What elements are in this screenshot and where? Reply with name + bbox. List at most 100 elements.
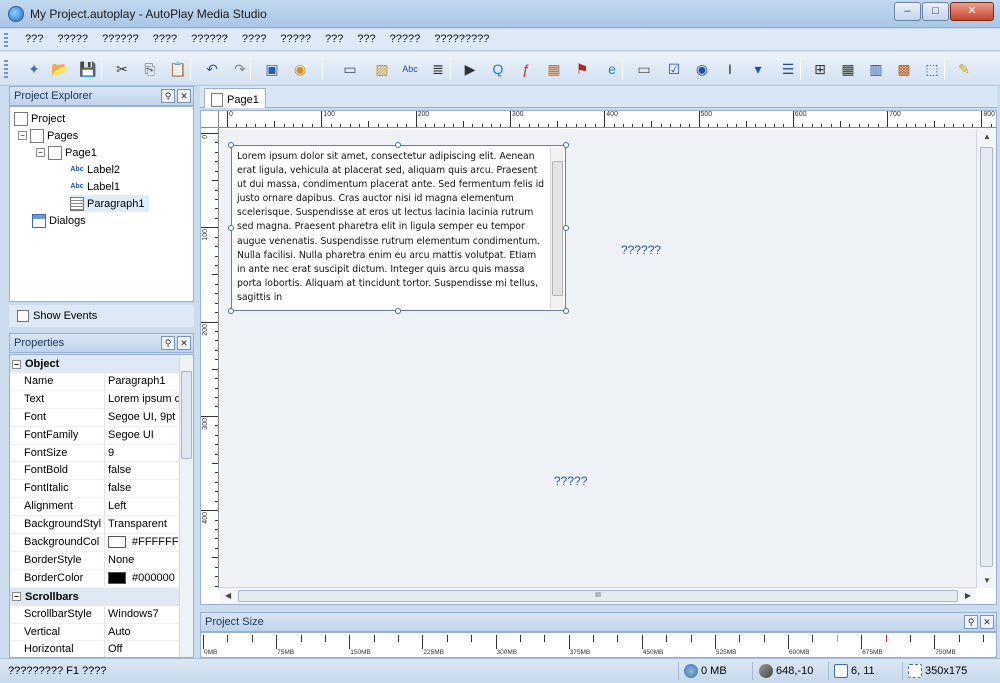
property-row[interactable]: BorderColor #000000 [10,569,193,588]
selection-icon[interactable]: ⬚ [920,57,944,81]
close-button[interactable]: ✕ [950,2,994,21]
color-swatch[interactable] [108,572,126,585]
property-row[interactable]: FontFamily Segoe UI [10,426,193,445]
tree-item-label2[interactable]: Abc Label2 [70,161,120,178]
collapse-icon[interactable]: − [12,359,21,369]
wand-icon[interactable]: ✦ [22,57,46,81]
video-object-icon[interactable]: ▶ [458,57,482,81]
slideshow-object-icon[interactable]: ▦ [542,57,566,81]
menu-item[interactable]: ??? [318,33,350,45]
property-value[interactable]: false [105,480,181,497]
open-folder-icon[interactable]: 📂 [48,57,72,81]
property-value[interactable]: Windows7 [105,606,181,623]
build-cd-icon[interactable]: ◉ [288,57,312,81]
show-events-checkbox[interactable] [17,310,29,322]
property-value[interactable]: 9 [105,445,181,462]
cut-icon[interactable]: ✂ [110,57,134,81]
property-row[interactable]: FontSize 9 [10,444,193,463]
preview-icon[interactable]: ▣ [260,57,284,81]
redo-icon[interactable]: ↷ [228,57,252,81]
property-row[interactable]: FontItalic false [10,480,193,499]
property-value[interactable]: Off [105,641,181,657]
property-row[interactable]: Horizontal Off [10,641,193,657]
tree-object-icon[interactable]: ⊞ [808,57,832,81]
resize-handle[interactable] [228,225,234,231]
tree-item-label1[interactable]: Abc Label1 [70,178,120,195]
menu-item[interactable]: ????? [273,33,318,45]
input-object-icon[interactable]: ▭ [632,57,656,81]
menu-item[interactable]: ??? [350,33,382,45]
menu-item[interactable]: ????????? [427,33,496,45]
scroll-down-icon[interactable]: ▼ [983,576,991,585]
property-category[interactable]: − Scrollbars [10,587,193,606]
scrollbar-thumb[interactable] [181,371,192,459]
collapse-icon[interactable]: − [12,592,21,602]
property-value[interactable]: Left [105,498,181,515]
paragraph-object-icon[interactable]: ≣ [426,57,450,81]
collapse-icon[interactable]: − [36,148,45,157]
page-canvas[interactable]: Lorem ipsum dolor sit amet, consectetur … [220,129,976,588]
toolbar-grip-icon[interactable] [4,60,8,78]
resize-handle[interactable] [228,308,234,314]
menu-item[interactable]: ????? [383,33,428,45]
label1-object[interactable]: ?????? [621,243,661,257]
tree-item-pages[interactable]: − Pages [18,127,78,144]
paragraph-object[interactable]: Lorem ipsum dolor sit amet, consectetur … [231,145,566,311]
save-icon[interactable]: 💾 [76,57,100,81]
flash-object-icon[interactable]: ƒ [514,57,538,81]
property-value[interactable]: false [105,462,181,479]
scroll-right-icon[interactable]: ▶ [965,591,971,600]
tab-page1[interactable]: Page1 [204,88,266,108]
close-icon[interactable]: ✕ [177,89,191,103]
pin-icon[interactable]: ⚲ [161,89,175,103]
color-swatch[interactable] [108,536,126,549]
menu-item[interactable]: ?????? [95,33,146,45]
property-value[interactable]: Segoe UI, 9pt [105,409,181,426]
pdf-object-icon[interactable]: ⚑ [570,57,594,81]
resize-handle[interactable] [395,308,401,314]
editor-vertical-scrollbar[interactable]: ▲ ▼ [976,129,996,588]
pin-icon[interactable]: ⚲ [964,615,978,629]
button-object-icon[interactable]: ▭ [338,57,362,81]
property-value[interactable]: None [105,552,181,569]
label2-object[interactable]: ????? [554,474,587,488]
property-row[interactable]: FontBold false [10,462,193,481]
show-events-toggle[interactable]: Show Events [9,305,194,327]
textbox-object-icon[interactable]: I [718,57,742,81]
property-value[interactable]: Transparent [105,516,181,533]
property-value[interactable]: #000000 [105,570,181,587]
resize-handle[interactable] [563,142,569,148]
property-row[interactable]: Name Paragraph1 [10,373,193,391]
resize-handle[interactable] [395,142,401,148]
tree-item-paragraph1[interactable]: Paragraph1 [70,195,149,212]
tree-item-dialogs[interactable]: Dialogs [32,212,86,229]
scrollbar-thumb[interactable] [980,147,993,567]
scroll-up-icon[interactable]: ▲ [983,132,991,141]
maximize-button[interactable]: □ [922,2,949,21]
label-object-icon[interactable]: Abc [398,57,422,81]
close-icon[interactable]: ✕ [980,615,994,629]
undo-icon[interactable]: ↶ [200,57,224,81]
tree-item-page1[interactable]: − Page1 [36,144,97,161]
property-value[interactable]: Segoe UI [105,427,181,444]
menu-grip-icon[interactable] [4,33,8,47]
radio-object-icon[interactable]: ◉ [690,57,714,81]
menu-item[interactable]: ????? [50,33,95,45]
checkbox-object-icon[interactable]: ☑ [662,57,686,81]
pencil-icon[interactable]: ✎ [952,57,976,81]
menu-item[interactable]: ???? [235,33,273,45]
property-row[interactable]: Font Segoe UI, 9pt [10,408,193,427]
property-category[interactable]: − Object [10,355,193,373]
property-row[interactable]: ScrollbarStyle Windows7 [10,605,193,624]
pin-icon[interactable]: ⚲ [161,336,175,350]
property-row[interactable]: Vertical Auto [10,623,193,642]
scrollbar-thumb[interactable] [552,161,563,296]
property-row[interactable]: BorderStyle None [10,551,193,570]
combobox-object-icon[interactable]: ▾ [746,57,770,81]
collapse-icon[interactable]: − [18,131,27,140]
property-row[interactable]: Text Lorem ipsum d [10,390,193,409]
plugin-object-icon[interactable]: ▩ [892,57,916,81]
resize-handle[interactable] [563,225,569,231]
paste-icon[interactable]: 📋 [166,57,190,81]
web-object-icon[interactable]: e [600,57,624,81]
